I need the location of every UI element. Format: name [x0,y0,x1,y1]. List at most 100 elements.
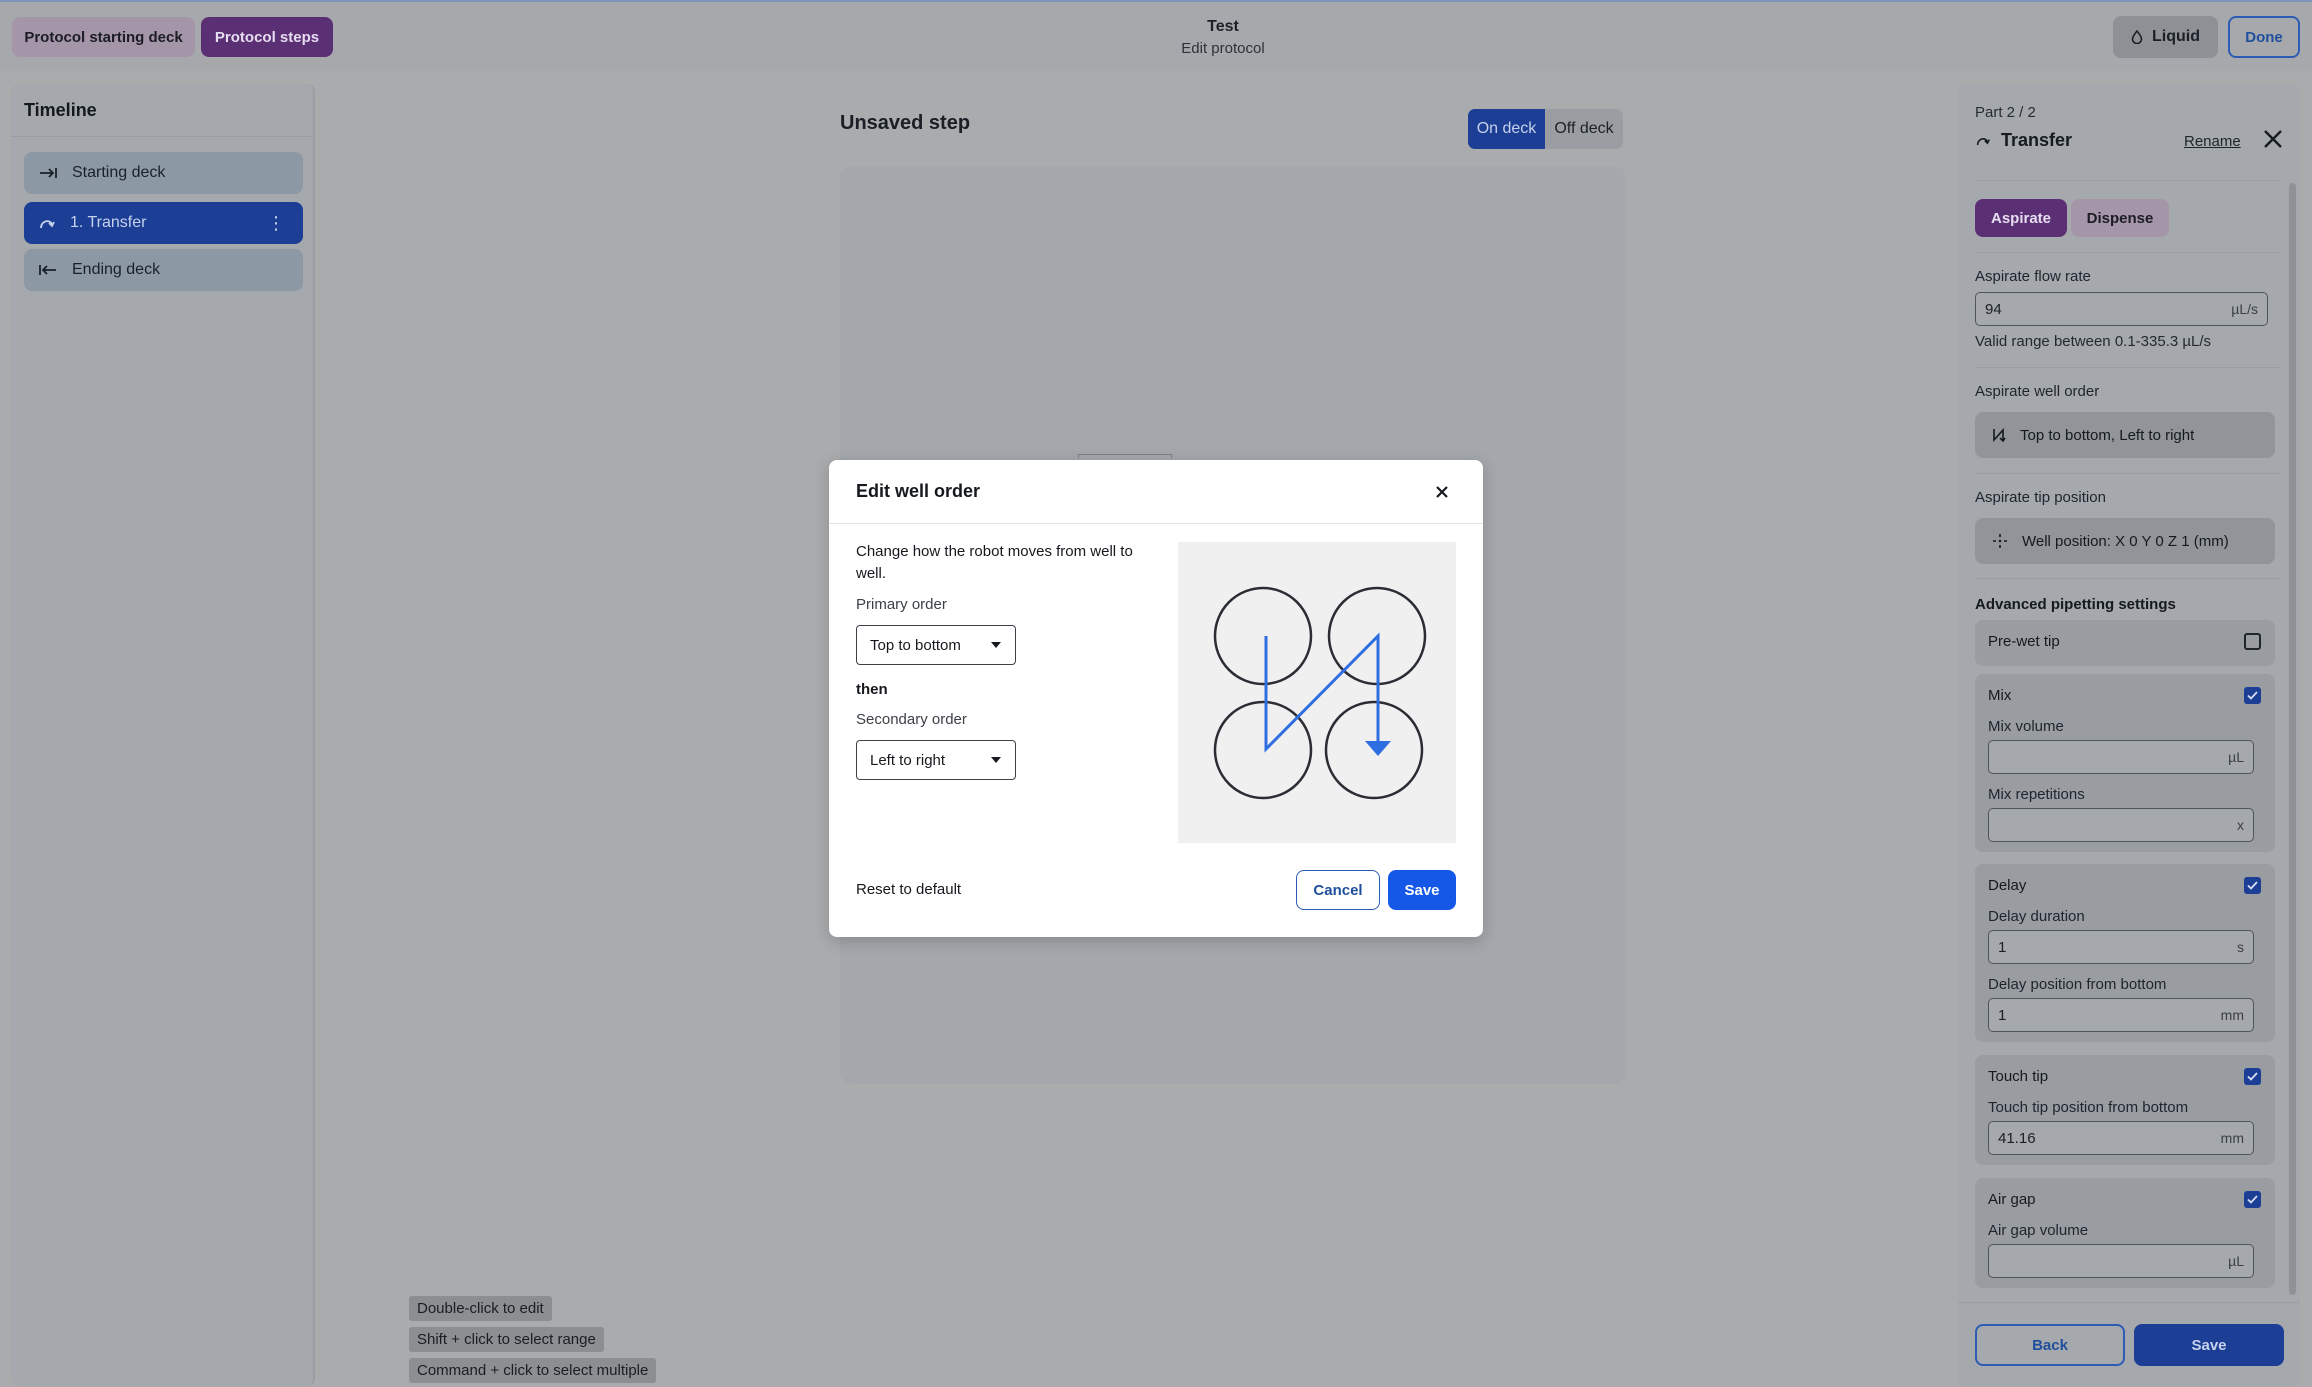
crosshair-icon [1993,534,2007,548]
transfer-curve-icon [1976,138,1990,146]
touch-tip-position-value: 41.16 [1998,1129,2036,1147]
on-deck-button[interactable]: On deck [1468,109,1545,149]
deck-toggle: On deck Off deck [1468,109,1623,149]
touch-tip-card: Touch tip Touch tip position from bottom… [1975,1055,2275,1165]
mix-volume-input[interactable]: µL [1988,740,2254,774]
prewet-tip-checkbox[interactable] [2244,633,2261,650]
air-gap-checkbox[interactable] [2244,1191,2261,1208]
back-button[interactable]: Back [1975,1324,2125,1366]
flow-rate-help: Valid range between 0.1-335.3 µL/s [1975,333,2212,350]
prewet-tip-card: Pre-wet tip [1975,620,2275,666]
touch-tip-label: Touch tip [1988,1068,2049,1085]
panel-divider [1975,473,2280,474]
delay-duration-unit: s [2237,939,2244,955]
delay-position-label: Delay position from bottom [1988,976,2167,993]
cancel-button[interactable]: Cancel [1296,870,1380,910]
timeline-item-starting-deck[interactable]: Starting deck [24,152,303,194]
timeline-item-label: 1. Transfer [70,214,147,231]
protocol-name: Test [1207,18,1239,35]
mix-checkbox[interactable] [2244,687,2261,704]
delay-position-input[interactable]: 1 mm [1988,998,2254,1032]
hint-shift-click: Shift + click to select range [409,1327,604,1352]
panel-title: Transfer [1975,130,2072,151]
timeline-divider [11,136,315,137]
delay-position-unit: mm [2220,1007,2244,1023]
edit-well-order-modal: Edit well order Change how the robot mov… [829,460,1483,937]
panel-save-button[interactable]: Save [2134,1324,2284,1366]
well-order-button[interactable]: Top to bottom, Left to right [1975,412,2275,458]
delay-label: Delay [1988,877,2027,894]
tip-position-label: Aspirate tip position [1975,489,2106,506]
transfer-curve-icon [40,220,55,229]
flow-rate-input[interactable]: 94 µL/s [1975,292,2268,326]
modal-title: Edit well order [856,481,981,501]
mix-volume-label: Mix volume [1988,718,2064,735]
reset-to-default-link[interactable]: Reset to default [856,881,961,898]
delay-checkbox[interactable] [2244,877,2261,894]
air-gap-volume-label: Air gap volume [1988,1222,2089,1239]
panel-title-text: Transfer [2001,130,2073,150]
delay-duration-input[interactable]: 1 s [1988,930,2254,964]
panel-divider [1975,180,2280,181]
secondary-order-select[interactable]: Left to right [856,740,1016,780]
mix-card: Mix Mix volume µL Mix repetitions x [1975,674,2275,852]
touch-tip-position-label: Touch tip position from bottom [1988,1099,2189,1116]
path-arrowhead-icon [1365,741,1391,756]
air-gap-label: Air gap [1988,1191,2036,1208]
well-order-illustration [1178,542,1456,843]
step-title: Unsaved step [840,112,971,134]
checkmark-icon [2247,881,2258,890]
secondary-order-label: Secondary order [856,711,967,728]
done-button[interactable]: Done [2228,16,2300,58]
tip-position-button[interactable]: Well position: X 0 Y 0 Z 1 (mm) [1975,518,2275,564]
tab-aspirate[interactable]: Aspirate [1975,199,2067,237]
mix-repetitions-input[interactable]: x [1988,808,2254,842]
primary-order-value: Top to bottom [870,636,961,654]
rename-link[interactable]: Rename [2184,133,2241,150]
air-gap-card: Air gap Air gap volume µL [1975,1178,2275,1288]
droplet-icon [2131,30,2143,44]
mix-label: Mix [1988,687,2012,704]
save-button[interactable]: Save [1388,870,1456,910]
liquid-button[interactable]: Liquid [2113,16,2218,58]
air-gap-volume-input[interactable]: µL [1988,1244,2254,1278]
touch-tip-position-unit: mm [2220,1130,2244,1146]
advanced-settings-title: Advanced pipetting settings [1975,596,2176,613]
touch-tip-position-input[interactable]: 41.16 mm [1988,1121,2254,1155]
close-icon[interactable] [2262,128,2284,150]
caret-down-icon [991,642,1001,648]
panel-scrollbar[interactable] [2289,183,2296,1295]
delay-position-value: 1 [1998,1006,2007,1024]
more-options-icon[interactable]: ⋮ [267,214,285,232]
delay-duration-value: 1 [1998,938,2007,956]
delay-card: Delay Delay duration 1 s Delay position … [1975,864,2275,1042]
protocol-subtitle: Edit protocol [1181,40,1265,57]
timeline-item-label: Ending deck [72,261,161,278]
air-gap-volume-unit: µL [2228,1253,2244,1269]
timeline-panel: Timeline Starting deck 1. Transfer ⋮ End… [11,84,315,1386]
tip-position-value: Well position: X 0 Y 0 Z 1 (mm) [2022,532,2229,550]
flow-rate-unit: µL/s [2231,301,2258,317]
primary-order-select[interactable]: Top to bottom [856,625,1016,665]
timeline-item-transfer[interactable]: 1. Transfer ⋮ [24,202,303,244]
panel-divider [1975,578,2280,579]
panel-divider [1975,252,2280,253]
close-icon[interactable] [1432,482,1452,502]
well-order-path [1264,632,1380,753]
arrow-left-from-line-icon [39,265,56,275]
then-label: then [856,681,888,698]
secondary-order-value: Left to right [870,751,946,769]
flow-rate-label: Aspirate flow rate [1975,268,2091,285]
modal-divider [829,523,1483,524]
timeline-item-ending-deck[interactable]: Ending deck [24,249,303,291]
labware-outline [1078,454,1172,458]
tab-dispense[interactable]: Dispense [2071,199,2169,237]
liquid-label: Liquid [2152,28,2200,45]
off-deck-button[interactable]: Off deck [1545,109,1623,149]
well-path-diagram [1213,586,1427,800]
mix-volume-unit: µL [2228,749,2244,765]
touch-tip-checkbox[interactable] [2244,1068,2261,1085]
mix-repetitions-label: Mix repetitions [1988,786,2085,803]
checkmark-icon [2247,1072,2258,1081]
flow-rate-value: 94 [1985,300,2002,318]
